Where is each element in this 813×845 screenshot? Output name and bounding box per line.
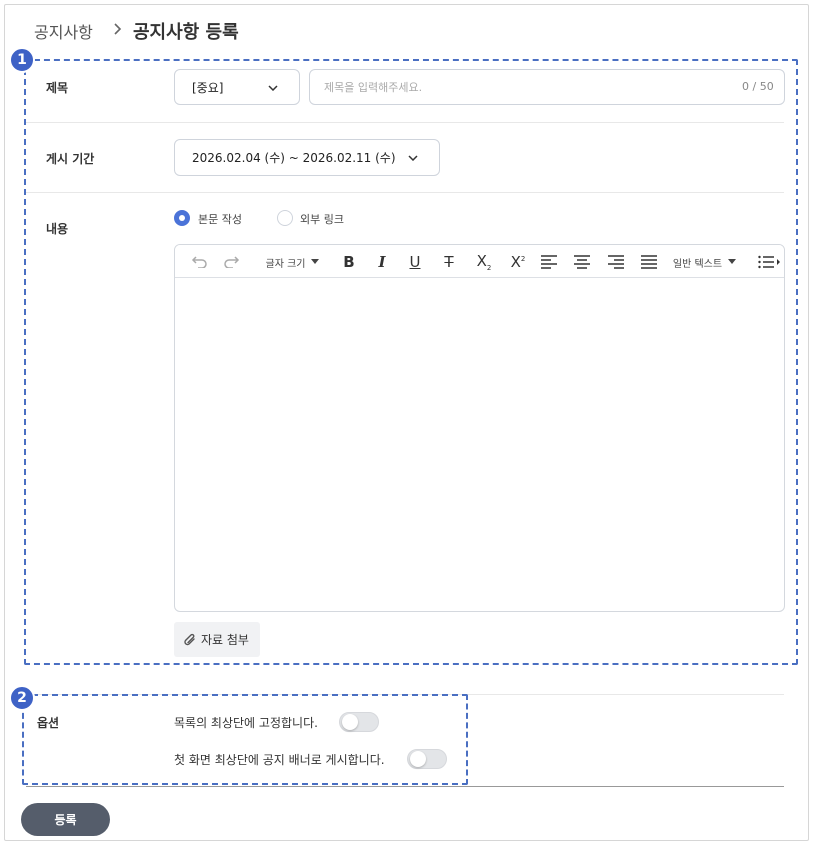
align-justify-button[interactable] xyxy=(640,253,658,271)
superscript-button[interactable]: X2 xyxy=(508,253,528,271)
row-divider xyxy=(26,192,784,193)
caret-down-icon xyxy=(728,259,737,264)
text-style-label: 일반 텍스트 xyxy=(672,258,723,270)
annotation-badge-2: 2 xyxy=(9,685,35,711)
period-select[interactable]: 2026.02.04 (수) ~ 2026.02.11 (수) xyxy=(174,139,440,176)
underline-button[interactable]: U xyxy=(406,253,424,271)
bold-button[interactable]: B xyxy=(340,253,358,271)
strikethrough-icon: T xyxy=(444,253,454,271)
italic-button[interactable]: I xyxy=(373,253,391,271)
content-label: 내용 xyxy=(46,222,69,236)
list-button[interactable] xyxy=(756,253,782,271)
title-label: 제목 xyxy=(46,81,69,95)
paperclip-icon xyxy=(184,633,195,645)
radio-write-body[interactable] xyxy=(174,210,190,226)
title-char-counter: 0 / 50 xyxy=(742,80,774,93)
subscript-icon: X2 xyxy=(476,252,492,272)
row-divider xyxy=(26,122,784,123)
font-size-label: 글자 크기 xyxy=(265,258,306,270)
attach-file-button[interactable]: 자료 첨부 xyxy=(174,622,260,657)
annotation-badge-1: 1 xyxy=(9,47,35,73)
form-bottom-line xyxy=(26,786,784,787)
period-label: 게시 기간 xyxy=(46,152,95,166)
period-value: 2026.02.04 (수) ~ 2026.02.11 (수) xyxy=(192,151,396,165)
superscript-icon: X2 xyxy=(510,253,526,271)
chevron-right-icon xyxy=(114,23,122,35)
category-select[interactable]: [중요] xyxy=(174,69,300,105)
category-value: [중요] xyxy=(192,80,224,95)
radio-write-body-label[interactable]: 본문 작성 xyxy=(198,211,242,227)
align-center-button[interactable] xyxy=(573,253,591,271)
strikethrough-button[interactable]: T xyxy=(440,253,458,271)
rich-text-editor[interactable]: 글자 크기 B I U T X2 X2 일반 텍스트 xyxy=(174,244,785,612)
attach-file-label: 자료 첨부 xyxy=(201,633,249,647)
underline-icon: U xyxy=(409,253,421,271)
align-right-button[interactable] xyxy=(607,253,625,271)
align-right-icon xyxy=(608,255,624,269)
pin-to-top-toggle[interactable] xyxy=(339,712,379,732)
text-style-dropdown[interactable]: 일반 텍스트 xyxy=(672,253,738,271)
chevron-down-icon xyxy=(408,155,418,161)
title-input[interactable]: 제목을 입력해주세요. xyxy=(309,69,785,105)
align-left-icon xyxy=(541,255,557,269)
undo-icon xyxy=(191,256,207,268)
chevron-down-icon xyxy=(268,85,278,91)
title-placeholder: 제목을 입력해주세요. xyxy=(324,81,423,94)
submit-button[interactable]: 등록 xyxy=(21,803,110,836)
caret-down-icon xyxy=(311,259,320,264)
bold-icon: B xyxy=(343,253,355,271)
page-title: 공지사항 등록 xyxy=(133,22,239,43)
breadcrumb-root[interactable]: 공지사항 xyxy=(34,19,93,43)
subscript-button[interactable]: X2 xyxy=(474,252,494,272)
annotation-box-2 xyxy=(22,694,468,785)
align-center-icon xyxy=(574,255,590,269)
radio-external-link[interactable] xyxy=(277,210,293,226)
italic-icon: I xyxy=(378,253,386,271)
redo-icon xyxy=(224,256,240,268)
undo-button[interactable] xyxy=(189,253,209,271)
align-justify-icon xyxy=(641,255,657,269)
pin-to-top-label: 목록의 최상단에 고정합니다. xyxy=(174,716,318,730)
banner-toggle[interactable] xyxy=(407,749,447,769)
options-label: 옵션 xyxy=(37,716,60,730)
list-icon xyxy=(758,255,780,269)
editor-toolbar: 글자 크기 B I U T X2 X2 일반 텍스트 xyxy=(175,245,784,278)
align-left-button[interactable] xyxy=(540,253,558,271)
font-size-dropdown[interactable]: 글자 크기 xyxy=(264,253,322,271)
radio-external-link-label[interactable]: 외부 링크 xyxy=(300,211,344,227)
banner-label: 첫 화면 최상단에 공지 배너로 게시합니다. xyxy=(174,753,385,767)
redo-button[interactable] xyxy=(222,253,242,271)
